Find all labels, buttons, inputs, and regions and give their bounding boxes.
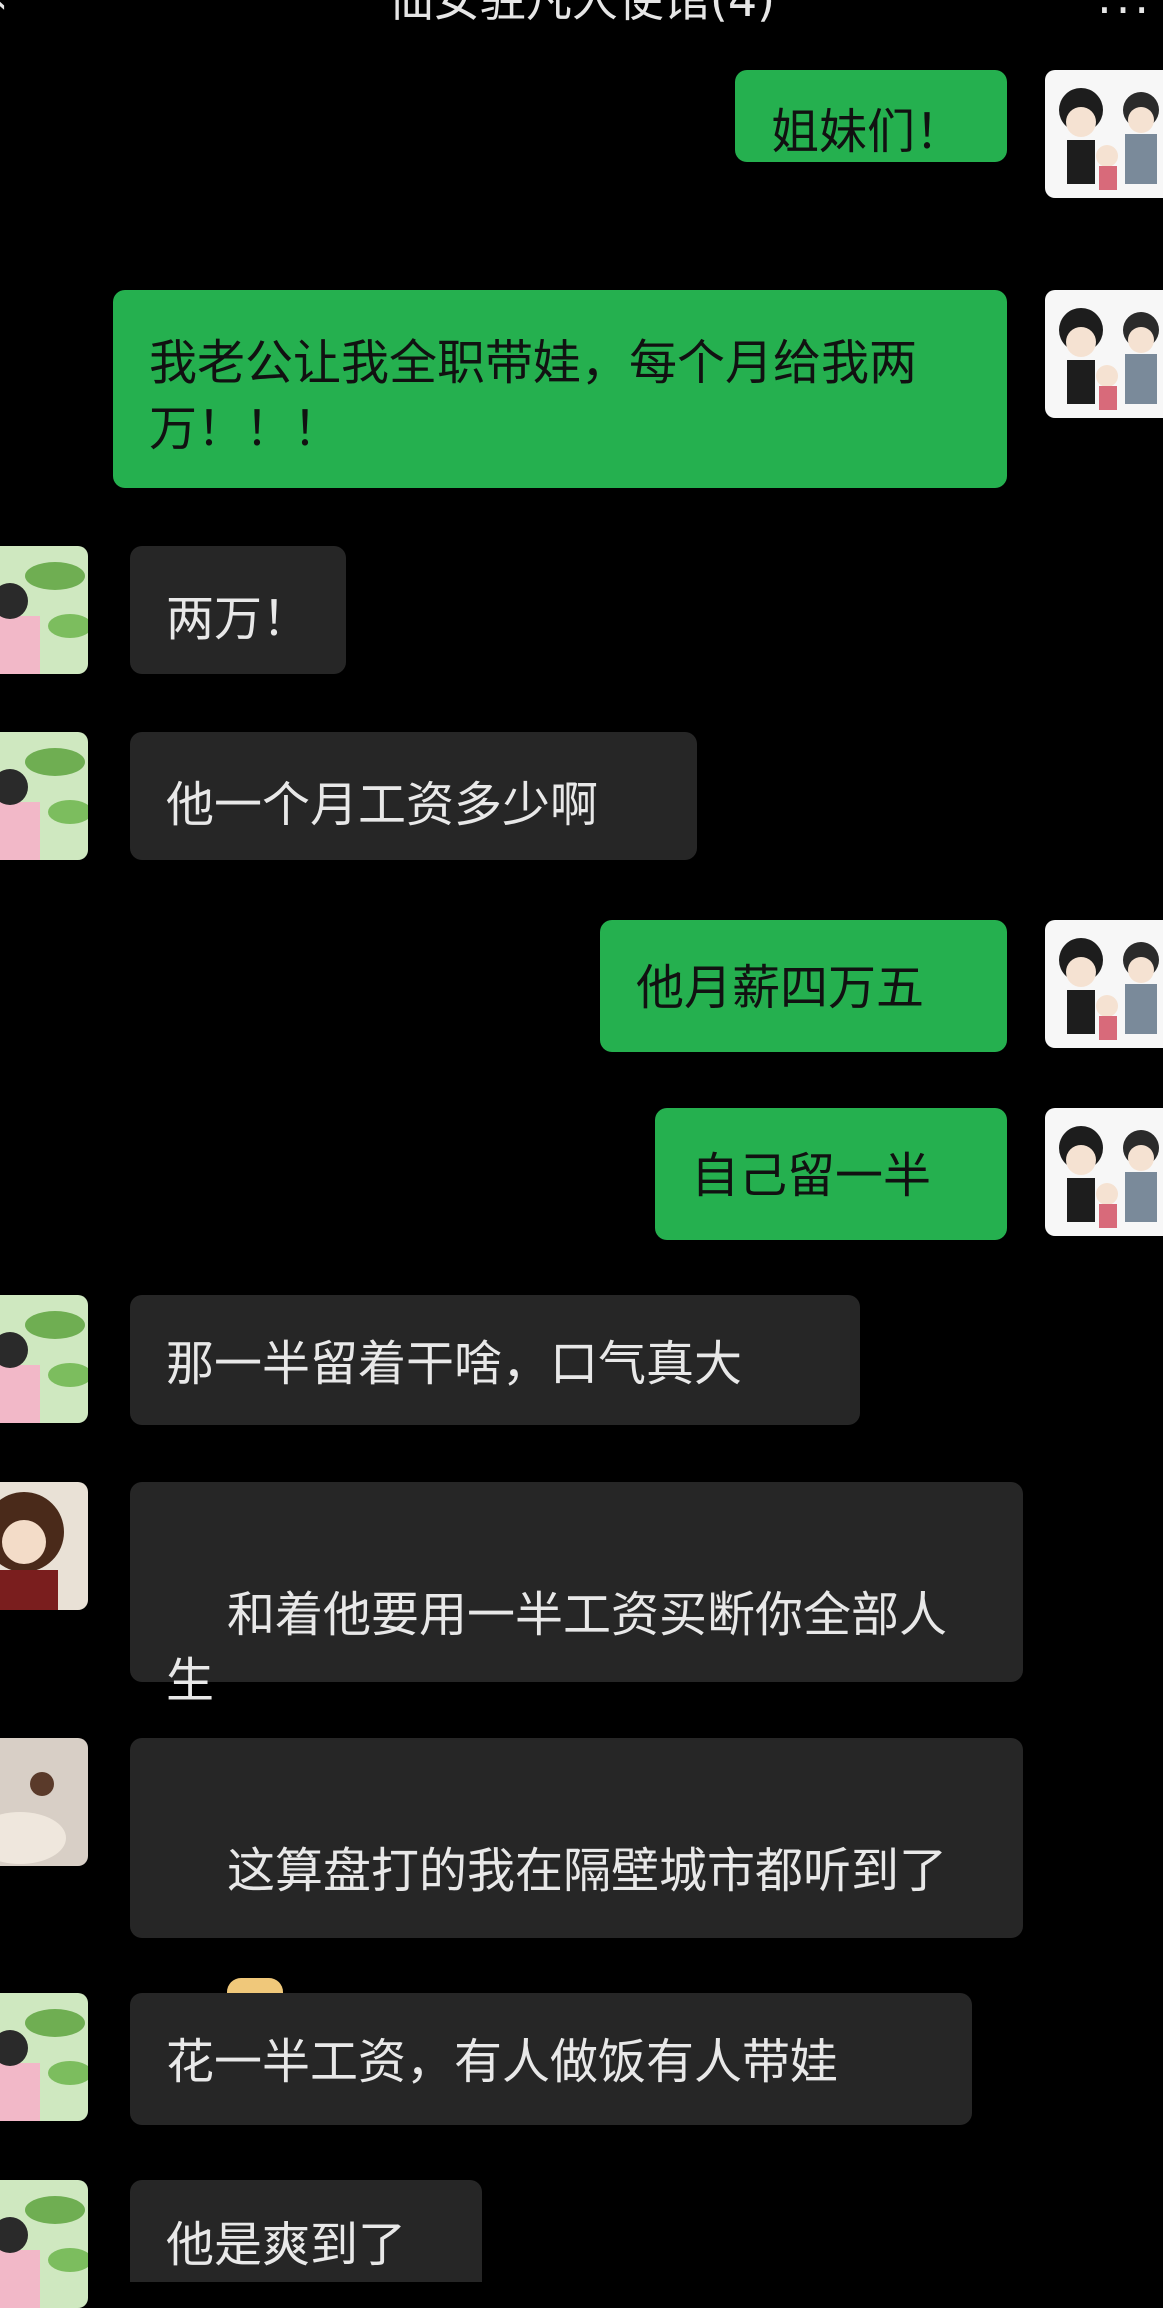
leaf-avatar-icon[interactable] bbox=[0, 732, 88, 860]
message-text: 这算盘打的我在隔壁城市都听到了 bbox=[227, 1843, 948, 1899]
family-avatar-icon[interactable] bbox=[1045, 920, 1163, 1048]
curly-hair-avatar-icon[interactable] bbox=[0, 1482, 88, 1610]
photo-avatar-icon[interactable] bbox=[0, 1738, 88, 1866]
chat-title: 仙女驻凡人使馆(4) bbox=[387, 0, 776, 27]
more-dots-icon[interactable]: ... bbox=[1097, 0, 1153, 24]
leaf-avatar-icon[interactable] bbox=[0, 1993, 88, 2121]
message-bubble[interactable]: 两万！ bbox=[130, 546, 346, 674]
message-bubble[interactable]: 自己留一半 bbox=[655, 1108, 1007, 1240]
message-bubble[interactable]: 他一个月工资多少啊 bbox=[130, 732, 697, 860]
message-bubble[interactable]: 这算盘打的我在隔壁城市都听到了 bbox=[130, 1738, 1023, 2034]
message-bubble[interactable]: 花一半工资，有人做饭有人带娃 bbox=[130, 1993, 972, 2125]
family-avatar-icon[interactable] bbox=[1045, 70, 1163, 198]
message-bubble[interactable]: 那一半留着干啥，口气真大 bbox=[130, 1295, 860, 1425]
family-avatar-icon[interactable] bbox=[1045, 1108, 1163, 1236]
leaf-avatar-icon[interactable] bbox=[0, 546, 88, 674]
chat-header: ‹ 仙女驻凡人使馆(4) ... bbox=[0, 0, 1163, 56]
leaf-avatar-icon[interactable] bbox=[0, 2180, 88, 2308]
message-bubble[interactable]: 和着他要用一半工资买断你全部人生 bbox=[130, 1482, 1023, 1844]
message-text: 和着他要用一半工资买断你全部人生 bbox=[166, 1587, 948, 1709]
message-bubble[interactable]: 姐妹们！ bbox=[735, 70, 1007, 162]
family-avatar-icon[interactable] bbox=[1045, 290, 1163, 418]
message-bubble[interactable]: 他月薪四万五 bbox=[600, 920, 1007, 1052]
message-bubble[interactable]: 他是爽到了 bbox=[130, 2180, 482, 2282]
message-bubble[interactable]: 我老公让我全职带娃，每个月给我两万！！！ bbox=[113, 290, 1007, 488]
leaf-avatar-icon[interactable] bbox=[0, 1295, 88, 1423]
